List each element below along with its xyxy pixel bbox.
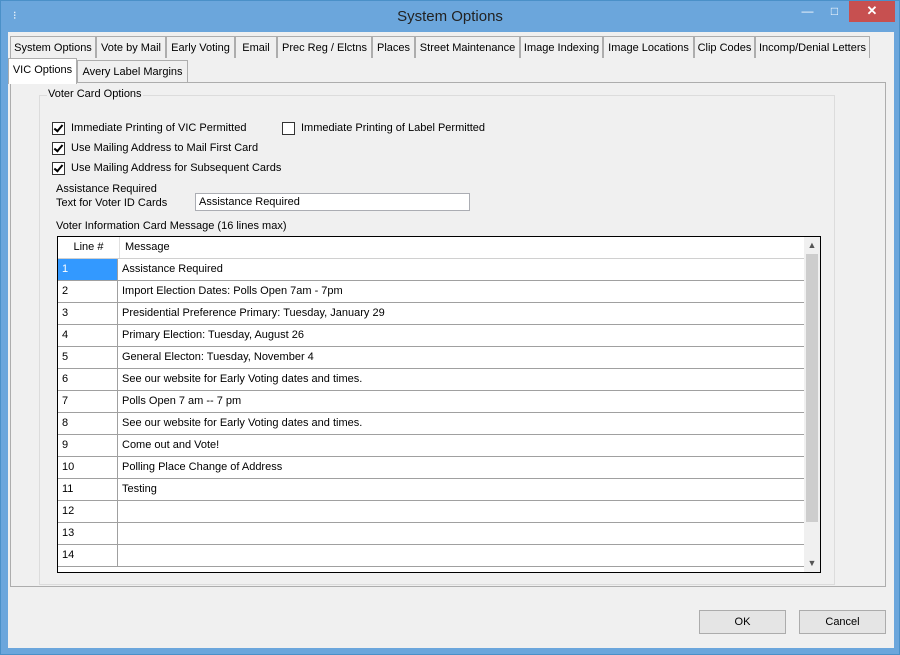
immediate-vic-label: Immediate Printing of VIC Permitted xyxy=(71,122,247,134)
tab-vote-by-mail[interactable]: Vote by Mail xyxy=(96,36,166,58)
line-number-cell[interactable]: 13 xyxy=(58,523,118,544)
message-cell[interactable]: Import Election Dates: Polls Open 7am - … xyxy=(122,281,343,302)
line-number-cell[interactable]: 11 xyxy=(58,479,118,500)
line-number-cell[interactable]: 6 xyxy=(58,369,118,390)
line-number-cell[interactable]: 7 xyxy=(58,391,118,412)
vertical-scrollbar[interactable]: ▲ ▼ xyxy=(804,237,820,572)
line-number-cell[interactable]: 10 xyxy=(58,457,118,478)
table-row[interactable]: 9 Come out and Vote! xyxy=(58,435,804,457)
table-row[interactable]: 4 Primary Election: Tuesday, August 26 xyxy=(58,325,804,347)
scroll-down-icon[interactable]: ▼ xyxy=(804,555,820,572)
immediate-label-checkbox[interactable]: Immediate Printing of Label Permitted xyxy=(282,121,485,135)
maximize-button[interactable]: □ xyxy=(821,1,848,22)
line-number-cell[interactable]: 14 xyxy=(58,545,118,566)
vic-options-panel: Voter Card Options Immediate Printing of… xyxy=(10,82,886,587)
line-number-cell[interactable]: 8 xyxy=(58,413,118,434)
message-cell[interactable]: See our website for Early Voting dates a… xyxy=(122,413,362,434)
message-cell[interactable]: Polling Place Change of Address xyxy=(122,457,282,478)
column-header-message[interactable]: Message xyxy=(125,237,170,258)
line-number-cell[interactable]: 12 xyxy=(58,501,118,522)
immediate-vic-checkbox[interactable]: Immediate Printing of VIC Permitted xyxy=(52,121,246,135)
checkbox-checked-icon[interactable] xyxy=(52,141,65,155)
line-number-cell[interactable]: 1 xyxy=(58,259,118,280)
tab-avery-label-margins[interactable]: Avery Label Margins xyxy=(77,60,188,82)
grid-header: Line # Message xyxy=(58,237,804,259)
voter-card-options-label: Voter Card Options xyxy=(47,88,143,100)
mailing-subsequent-label: Use Mailing Address for Subsequent Cards xyxy=(71,162,282,174)
message-cell[interactable]: See our website for Early Voting dates a… xyxy=(122,369,362,390)
tab-street-maintenance[interactable]: Street Maintenance xyxy=(415,36,520,58)
immediate-label-label: Immediate Printing of Label Permitted xyxy=(301,122,486,134)
mailing-first-card-checkbox[interactable]: Use Mailing Address to Mail First Card xyxy=(52,141,258,155)
message-cell[interactable]: Assistance Required xyxy=(122,259,223,280)
vic-message-grid[interactable]: Line # Message 1 Assistance Required 2 Impo… xyxy=(57,236,821,573)
minimize-button[interactable]: — xyxy=(794,1,821,22)
table-row[interactable]: 7 Polls Open 7 am -- 7 pm xyxy=(58,391,804,413)
assistance-required-label: Assistance Required xyxy=(56,183,157,195)
title-bar[interactable]: ⁝ System Options — □ ✕ xyxy=(1,1,899,32)
scroll-up-icon[interactable]: ▲ xyxy=(804,237,820,254)
assistance-text-input[interactable]: Assistance Required xyxy=(195,193,470,211)
table-row[interactable]: 14 xyxy=(58,545,804,567)
tab-image-indexing[interactable]: Image Indexing xyxy=(520,36,603,58)
tab-places[interactable]: Places xyxy=(372,36,415,58)
mailing-subsequent-checkbox[interactable]: Use Mailing Address for Subsequent Cards xyxy=(52,161,281,175)
message-cell[interactable]: Testing xyxy=(122,479,157,500)
window-title: System Options xyxy=(397,8,503,25)
tab-image-locations[interactable]: Image Locations xyxy=(603,36,694,58)
tab-email[interactable]: Email xyxy=(235,36,277,58)
table-row[interactable]: 3 Presidential Preference Primary: Tuesda… xyxy=(58,303,804,325)
table-row[interactable]: 2 Import Election Dates: Polls Open 7am -… xyxy=(58,281,804,303)
close-button[interactable]: ✕ xyxy=(849,1,895,22)
dialog-client-area: System Options Vote by Mail Early Voting… xyxy=(8,32,894,648)
column-header-line[interactable]: Line # xyxy=(58,237,120,258)
table-row[interactable]: 1 Assistance Required xyxy=(58,259,804,281)
grid-rows: 1 Assistance Required 2 Import Election Dat… xyxy=(58,259,804,567)
table-row[interactable]: 11 Testing xyxy=(58,479,804,501)
line-number-cell[interactable]: 5 xyxy=(58,347,118,368)
checkbox-unchecked-icon[interactable] xyxy=(282,121,295,135)
message-cell[interactable]: Polls Open 7 am -- 7 pm xyxy=(122,391,241,412)
mailing-first-card-label: Use Mailing Address to Mail First Card xyxy=(71,142,259,154)
scroll-thumb[interactable] xyxy=(806,254,818,522)
table-row[interactable]: 5 General Electon: Tuesday, November 4 xyxy=(58,347,804,369)
message-cell[interactable]: Presidential Preference Primary: Tuesday… xyxy=(122,303,385,324)
tab-early-voting[interactable]: Early Voting xyxy=(166,36,235,58)
voter-id-text-label: Text for Voter ID Cards xyxy=(56,197,168,209)
tab-prec-reg-elctns[interactable]: Prec Reg / Elctns xyxy=(277,36,372,58)
tab-incomp-denial-letters[interactable]: Incomp/Denial Letters xyxy=(755,36,870,58)
cancel-button[interactable]: Cancel xyxy=(799,610,886,634)
line-number-cell[interactable]: 2 xyxy=(58,281,118,302)
system-options-window: ⁝ System Options — □ ✕ System Options Vo… xyxy=(0,0,900,655)
message-cell[interactable]: Primary Election: Tuesday, August 26 xyxy=(122,325,304,346)
table-row[interactable]: 13 xyxy=(58,523,804,545)
ok-button[interactable]: OK xyxy=(699,610,786,634)
message-cell[interactable]: Come out and Vote! xyxy=(122,435,219,456)
vic-message-label: Voter Information Card Message (16 lines… xyxy=(56,220,287,232)
tab-vic-options[interactable]: VIC Options xyxy=(8,58,77,84)
line-number-cell[interactable]: 9 xyxy=(58,435,118,456)
message-cell[interactable]: General Electon: Tuesday, November 4 xyxy=(122,347,314,368)
tab-clip-codes[interactable]: Clip Codes xyxy=(694,36,755,58)
table-row[interactable]: 10 Polling Place Change of Address xyxy=(58,457,804,479)
table-row[interactable]: 8 See our website for Early Voting dates … xyxy=(58,413,804,435)
line-number-cell[interactable]: 3 xyxy=(58,303,118,324)
checkbox-checked-icon[interactable] xyxy=(52,161,65,175)
line-number-cell[interactable]: 4 xyxy=(58,325,118,346)
table-row[interactable]: 6 See our website for Early Voting dates … xyxy=(58,369,804,391)
checkbox-checked-icon[interactable] xyxy=(52,121,65,135)
table-row[interactable]: 12 xyxy=(58,501,804,523)
tab-system-options[interactable]: System Options xyxy=(10,36,96,58)
